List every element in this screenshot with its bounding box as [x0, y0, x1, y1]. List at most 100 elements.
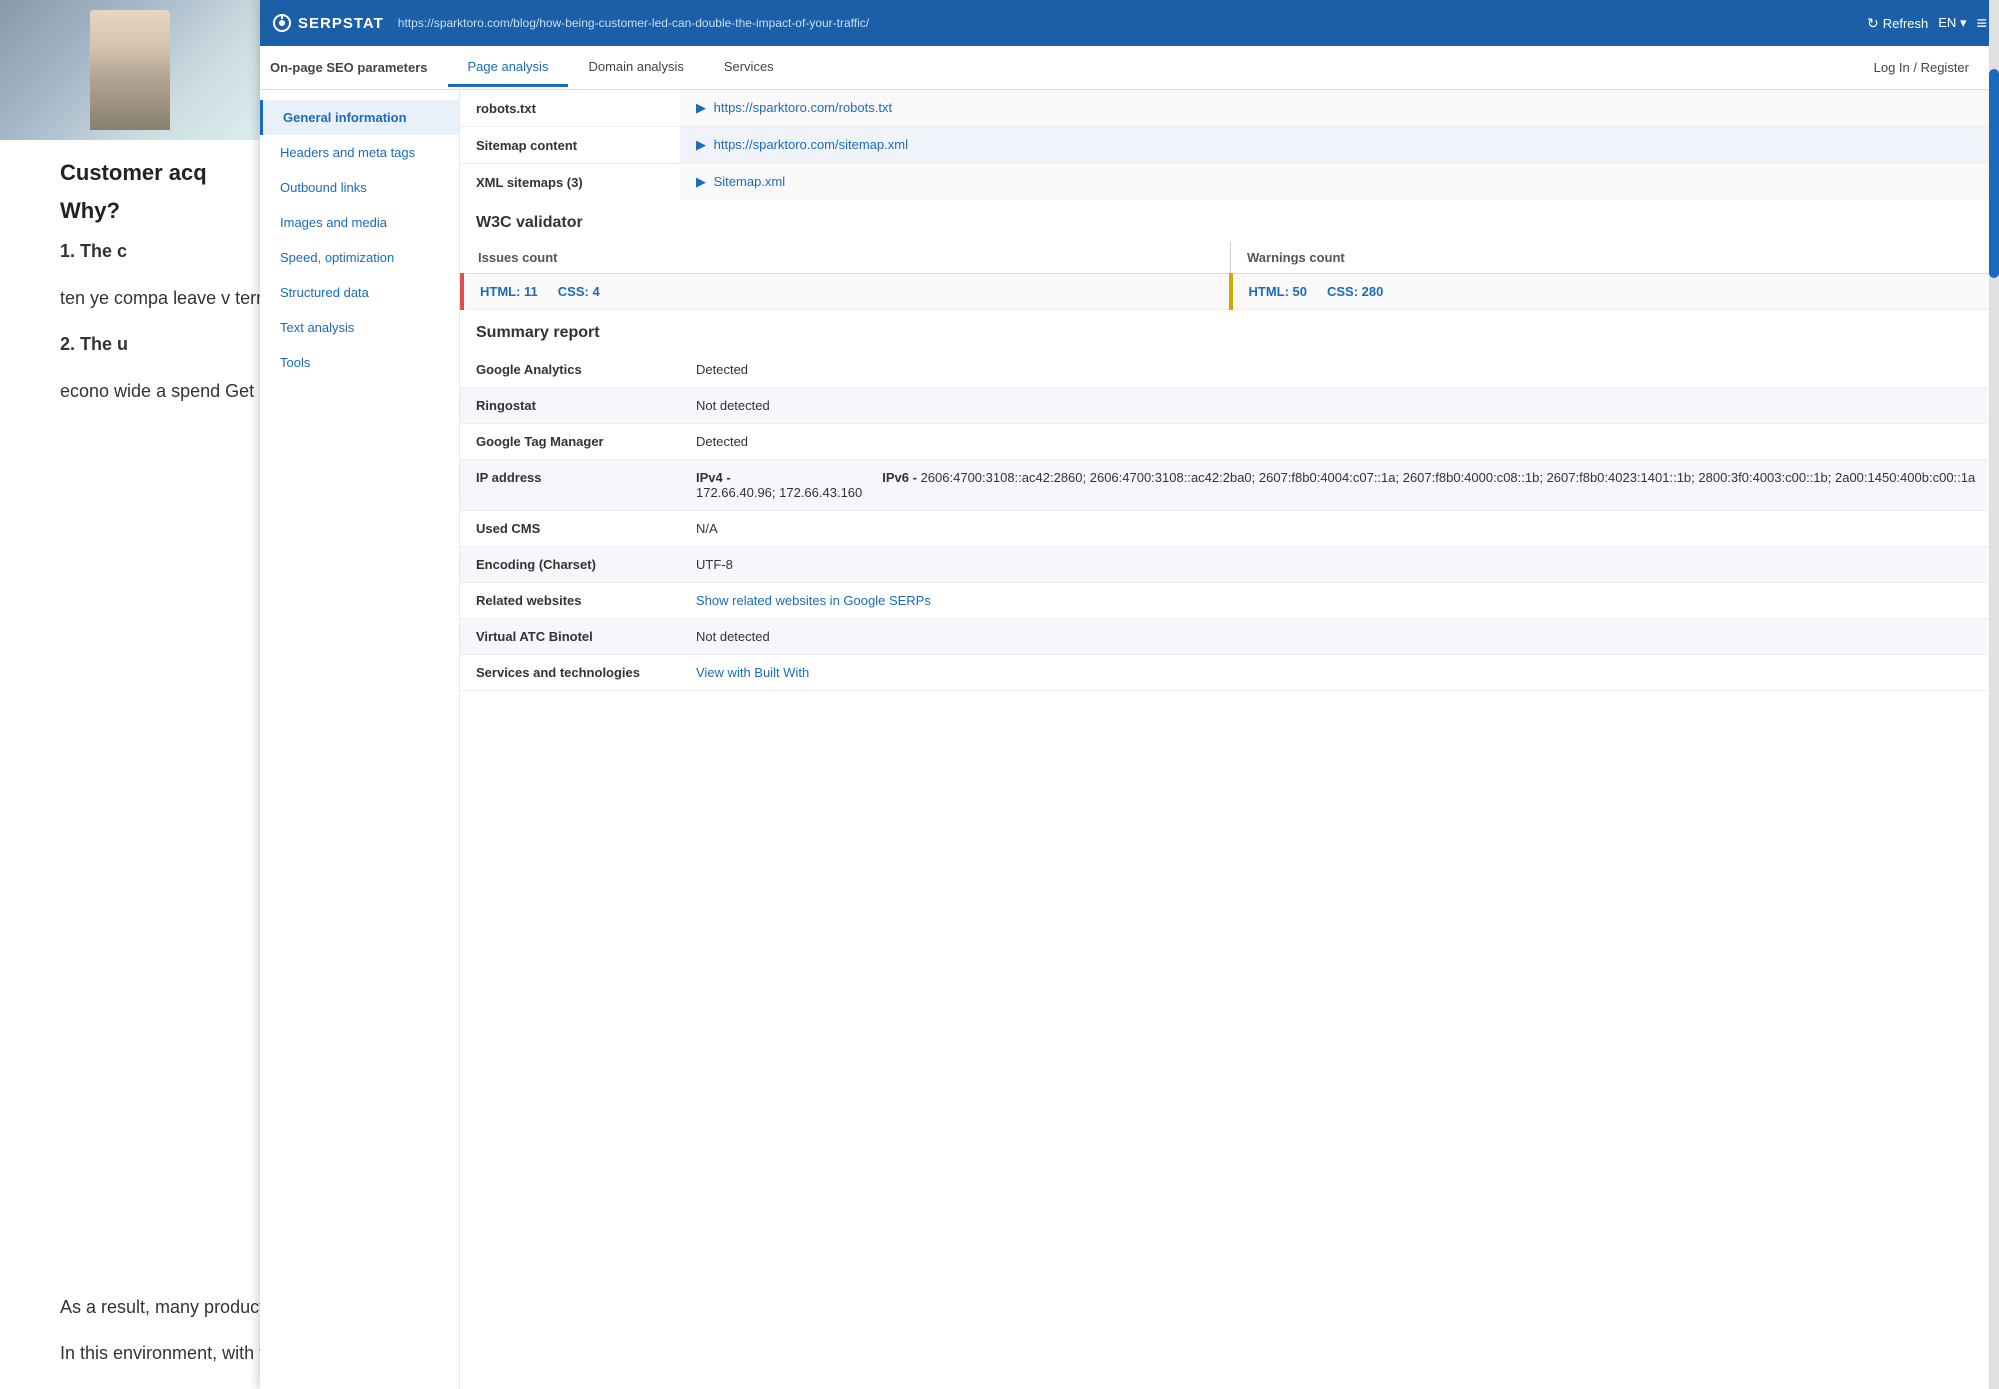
table-row: Sitemap content ▶ https://sparktoro.com/… — [460, 127, 1999, 164]
serpstat-nav: On-page SEO parameters Page analysis Dom… — [260, 46, 1999, 90]
w3c-header-row: Issues count Warnings count — [462, 242, 1999, 274]
serpstat-main: General information Headers and meta tag… — [260, 90, 1999, 1389]
w3c-warnings-cell: HTML: 50 CSS: 280 — [1231, 274, 1999, 310]
sidebar-item-headers-meta[interactable]: Headers and meta tags — [260, 135, 459, 170]
encoding-charset-label: Encoding (Charset) — [460, 547, 680, 583]
lang-text: EN — [1938, 15, 1956, 30]
language-selector[interactable]: EN ▾ — [1938, 15, 1966, 31]
google-tag-manager-label: Google Tag Manager — [460, 424, 680, 460]
refresh-icon: ↻ — [1867, 15, 1879, 32]
login-register-button[interactable]: Log In / Register — [1854, 50, 1989, 85]
robots-txt-label: robots.txt — [460, 90, 680, 127]
sidebar-item-text-analysis[interactable]: Text analysis — [260, 310, 459, 345]
table-row: Used CMS N/A — [460, 511, 1999, 547]
ipv6-values: 2606:4700:3108::ac42:2860; 2606:4700:310… — [921, 470, 1976, 485]
table-row: Related websites Show related websites i… — [460, 583, 1999, 619]
sidebar-item-speed-optimization[interactable]: Speed, optimization — [260, 240, 459, 275]
person-image — [90, 10, 170, 130]
services-technologies-label: Services and technologies — [460, 655, 680, 691]
refresh-label: Refresh — [1883, 16, 1929, 31]
encoding-charset-value: UTF-8 — [680, 547, 1999, 583]
header-actions: ↻ Refresh EN ▾ ≡ — [1867, 13, 1987, 34]
tab-page-analysis[interactable]: Page analysis — [448, 49, 569, 87]
ipv4-values: 172.66.40.96; 172.66.43.160 — [696, 485, 862, 500]
table-row: Ringostat Not detected — [460, 388, 1999, 424]
table-row: IP address IPv4 - 172.66.40.96; 172.66.4… — [460, 460, 1999, 511]
sidebar-item-structured-data[interactable]: Structured data — [260, 275, 459, 310]
table-row: XML sitemaps (3) ▶ Sitemap.xml — [460, 164, 1999, 201]
robots-txt-value: ▶ https://sparktoro.com/robots.txt — [680, 90, 1999, 127]
refresh-button[interactable]: ↻ Refresh — [1867, 15, 1928, 32]
on-page-seo-label: On-page SEO parameters — [270, 60, 428, 75]
sidebar-item-tools[interactable]: Tools — [260, 345, 459, 380]
html-issues-value: HTML: 11 — [480, 284, 538, 299]
serpstat-header: SERPSTAT https://sparktoro.com/blog/how-… — [260, 0, 1999, 46]
summary-report-title: Summary report — [460, 310, 1999, 352]
related-websites-value: Show related websites in Google SERPs — [680, 583, 1999, 619]
tab-domain-analysis[interactable]: Domain analysis — [568, 49, 703, 87]
used-cms-value: N/A — [680, 511, 1999, 547]
blog-point-2-title: 2. The u — [60, 334, 128, 354]
xml-sitemaps-label: XML sitemaps (3) — [460, 164, 680, 201]
google-analytics-value: Detected — [680, 352, 1999, 388]
issues-count-header: Issues count — [462, 242, 1231, 274]
serpstat-logo: SERPSTAT — [272, 13, 384, 33]
related-websites-link[interactable]: Show related websites in Google SERPs — [696, 593, 931, 608]
blog-image — [0, 0, 260, 140]
serpstat-sidebar: General information Headers and meta tag… — [260, 90, 460, 1389]
serpstat-logo-icon — [272, 13, 292, 33]
sidebar-item-images-media[interactable]: Images and media — [260, 205, 459, 240]
vertical-scrollbar[interactable] — [1989, 90, 1999, 1389]
related-websites-label: Related websites — [460, 583, 680, 619]
table-row: Services and technologies View with Buil… — [460, 655, 1999, 691]
w3c-table: Issues count Warnings count HTML: 11 CSS… — [460, 242, 1999, 310]
scrollbar-thumb — [1989, 90, 1999, 278]
site-files-table: robots.txt ▶ https://sparktoro.com/robot… — [460, 90, 1999, 200]
tab-services[interactable]: Services — [704, 49, 794, 87]
serpstat-logo-text: SERPSTAT — [298, 15, 384, 32]
css-issues-value: CSS: 4 — [558, 284, 600, 299]
ip-cell: IPv4 - 172.66.40.96; 172.66.43.160 IPv6 … — [696, 470, 1983, 500]
w3c-data-row: HTML: 11 CSS: 4 HTML: 50 CSS: 280 — [462, 274, 1999, 310]
ip-address-label: IP address — [460, 460, 680, 511]
ipv4-section: IPv4 - 172.66.40.96; 172.66.43.160 — [696, 470, 862, 500]
sitemap-content-label: Sitemap content — [460, 127, 680, 164]
google-tag-manager-value: Detected — [680, 424, 1999, 460]
triangle-icon: ▶ — [696, 137, 706, 152]
table-row: Google Tag Manager Detected — [460, 424, 1999, 460]
services-technologies-value: View with Built With — [680, 655, 1999, 691]
ipv6-section: IPv6 - 2606:4700:3108::ac42:2860; 2606:4… — [882, 470, 1975, 500]
used-cms-label: Used CMS — [460, 511, 680, 547]
triangle-icon: ▶ — [696, 174, 706, 189]
table-row: Google Analytics Detected — [460, 352, 1999, 388]
xml-sitemaps-link[interactable]: Sitemap.xml — [714, 174, 786, 189]
hamburger-menu-icon[interactable]: ≡ — [1976, 13, 1987, 34]
w3c-issues-values: HTML: 11 CSS: 4 — [480, 284, 1213, 299]
css-warnings-value: CSS: 280 — [1327, 284, 1383, 299]
robots-txt-link[interactable]: https://sparktoro.com/robots.txt — [714, 100, 892, 115]
w3c-issues-cell: HTML: 11 CSS: 4 — [462, 274, 1231, 310]
virtual-atc-value: Not detected — [680, 619, 1999, 655]
xml-sitemaps-value: ▶ Sitemap.xml — [680, 164, 1999, 201]
virtual-atc-label: Virtual ATC Binotel — [460, 619, 680, 655]
view-with-builtwith-link[interactable]: View with Built With — [696, 665, 809, 680]
google-analytics-label: Google Analytics — [460, 352, 680, 388]
ip-address-value: IPv4 - 172.66.40.96; 172.66.43.160 IPv6 … — [680, 460, 1999, 511]
summary-table: Google Analytics Detected Ringostat Not … — [460, 352, 1999, 691]
html-warnings-value: HTML: 50 — [1249, 284, 1308, 299]
sitemap-content-value: ▶ https://sparktoro.com/sitemap.xml — [680, 127, 1999, 164]
nav-tabs: Page analysis Domain analysis Services — [448, 49, 1854, 87]
serpstat-panel: SERPSTAT https://sparktoro.com/blog/how-… — [260, 0, 1999, 1389]
w3c-warnings-values: HTML: 50 CSS: 280 — [1249, 284, 1984, 299]
serpstat-url: https://sparktoro.com/blog/how-being-cus… — [398, 16, 1867, 30]
triangle-icon: ▶ — [696, 100, 706, 115]
sidebar-item-general-information[interactable]: General information — [260, 100, 459, 135]
blog-image-inner — [0, 0, 260, 140]
table-row: Virtual ATC Binotel Not detected — [460, 619, 1999, 655]
table-row: Encoding (Charset) UTF-8 — [460, 547, 1999, 583]
sitemap-content-link[interactable]: https://sparktoro.com/sitemap.xml — [714, 137, 908, 152]
content-area: robots.txt ▶ https://sparktoro.com/robot… — [460, 90, 1999, 1389]
sidebar-item-outbound-links[interactable]: Outbound links — [260, 170, 459, 205]
chevron-down-icon: ▾ — [1960, 15, 1967, 30]
table-row: robots.txt ▶ https://sparktoro.com/robot… — [460, 90, 1999, 127]
